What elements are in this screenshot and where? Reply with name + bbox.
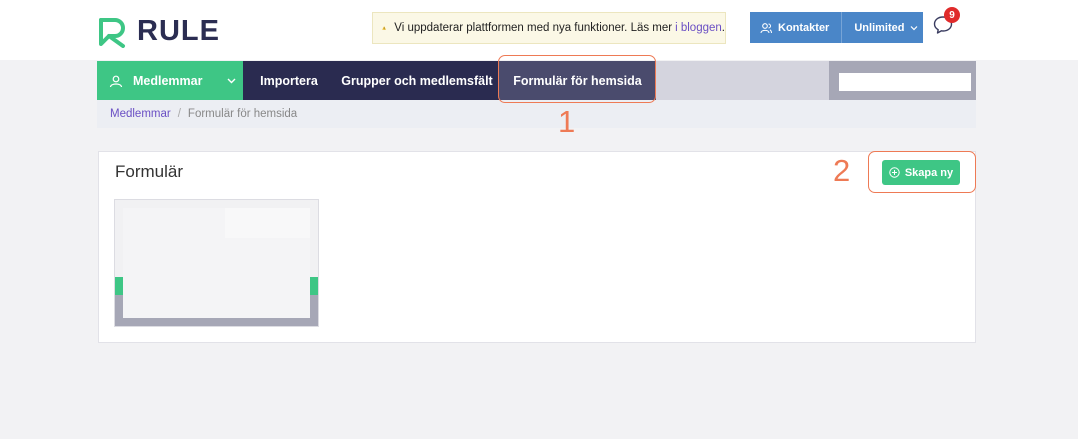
- breadcrumb-members-link[interactable]: Medlemmar: [110, 108, 171, 120]
- plan-label: Unlimited: [854, 21, 905, 34]
- annotation-number-1: 1: [558, 104, 576, 139]
- tab-importera[interactable]: Importera: [243, 61, 335, 100]
- page-title: Formulär: [115, 162, 184, 181]
- contacts-icon: [760, 22, 772, 33]
- rule-logo[interactable]: RULE: [97, 15, 220, 48]
- update-notice: Vi uppdaterar plattformen med nya funkti…: [372, 12, 726, 44]
- nav-members-label: Medlemmar: [133, 73, 203, 88]
- annotation-box-1: [498, 55, 656, 103]
- contacts-label: Kontakter: [778, 21, 830, 34]
- thumbnail-accent-left: [115, 277, 123, 295]
- form-thumbnail[interactable]: [114, 199, 319, 327]
- warning-icon: [382, 26, 387, 30]
- blog-link[interactable]: i bloggen: [675, 22, 722, 34]
- logo-text: RULE: [137, 15, 220, 47]
- notice-text: Vi uppdaterar plattformen med nya funkti…: [394, 22, 673, 34]
- breadcrumb: Medlemmar / Formulär för hemsida: [97, 100, 976, 128]
- annotation-number-2: 2: [833, 153, 851, 188]
- thumbnail-card-highlight: [225, 208, 310, 238]
- top-header: RULE Vi uppdaterar plattformen med nya f…: [0, 0, 1078, 60]
- chevron-down-icon: [227, 78, 236, 84]
- user-icon: [109, 75, 123, 87]
- contacts-plan-button[interactable]: Kontakter Unlimited: [750, 12, 923, 43]
- thumbnail-accent-right: [310, 277, 318, 295]
- notice-suffix: .: [721, 22, 725, 34]
- nav-search-area: [829, 61, 976, 100]
- tab-groups-fields[interactable]: Grupper och medlemsfält: [335, 61, 499, 100]
- breadcrumb-current: Formulär för hemsida: [187, 108, 298, 120]
- rule-logo-icon: [99, 17, 125, 48]
- notification-badge: 9: [944, 7, 960, 23]
- chevron-down-icon: [911, 25, 918, 30]
- breadcrumb-separator: /: [177, 108, 181, 120]
- search-input[interactable]: [839, 73, 971, 91]
- annotation-box-2: [868, 151, 976, 193]
- nav-members-dropdown[interactable]: Medlemmar: [97, 61, 243, 100]
- contacts-divider: [841, 12, 843, 43]
